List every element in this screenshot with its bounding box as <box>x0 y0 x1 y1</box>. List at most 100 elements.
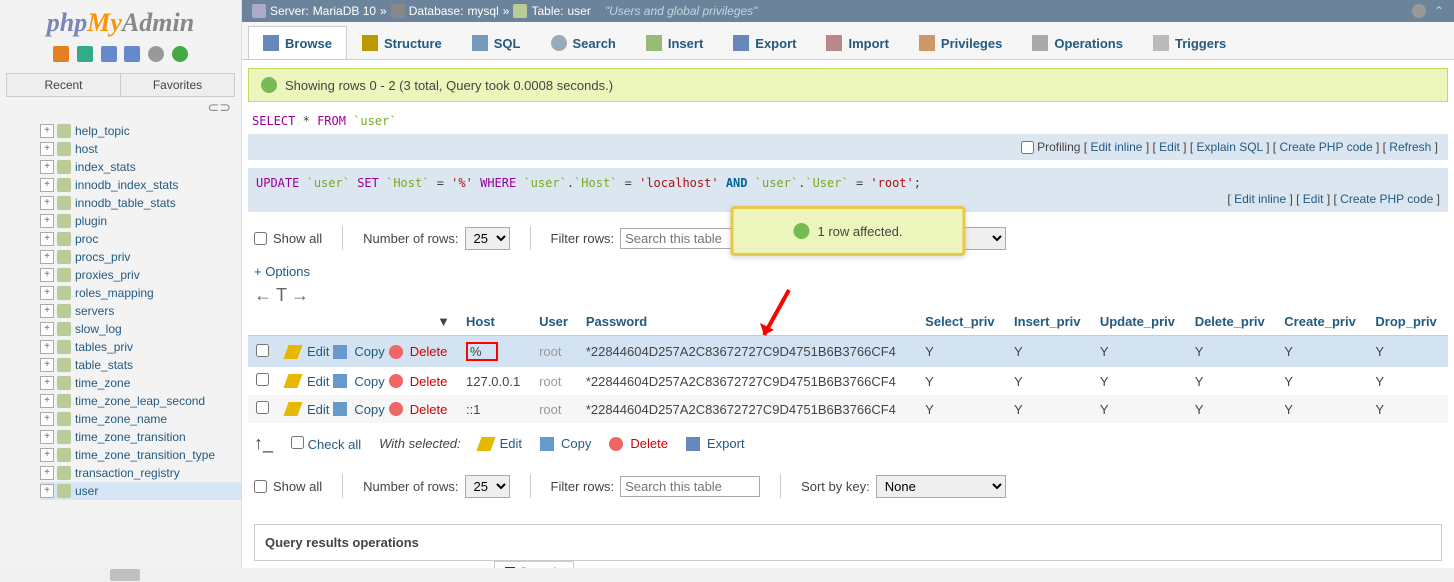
col-header-Update_priv[interactable]: Update_priv <box>1100 314 1175 329</box>
home-icon[interactable] <box>53 46 69 62</box>
col-header-Password[interactable]: Password <box>586 314 647 329</box>
expand-icon[interactable]: + <box>40 340 54 354</box>
cell-password[interactable]: *22844604D257A2C83672727C9D4751B6B3766CF… <box>578 336 917 368</box>
cell-drop-priv[interactable]: Y <box>1367 395 1448 423</box>
exit-icon[interactable] <box>77 46 93 62</box>
edit-inline-link-2[interactable]: Edit inline <box>1234 192 1286 206</box>
table-row[interactable]: EditCopyDelete::1root*22844604D257A2C836… <box>248 395 1448 423</box>
show-all-control[interactable]: Show all <box>254 231 322 246</box>
tree-item-table_stats[interactable]: +table_stats <box>40 356 241 374</box>
col-header-Select_priv[interactable]: Select_priv <box>925 314 994 329</box>
link-icon[interactable]: ⊂⊃ <box>0 97 241 118</box>
num-rows-select-2[interactable]: 25 <box>465 475 510 498</box>
cell-update-priv[interactable]: Y <box>1092 395 1187 423</box>
num-rows-select[interactable]: 25 <box>465 227 510 250</box>
refresh-link[interactable]: Refresh <box>1389 140 1431 154</box>
check-all-link[interactable]: Check all <box>308 437 361 452</box>
expand-icon[interactable]: + <box>40 412 54 426</box>
bulk-edit-button[interactable]: Edit <box>479 436 522 451</box>
col-header-Host[interactable]: Host <box>466 314 495 329</box>
row-edit-button[interactable]: Edit <box>286 402 329 417</box>
tree-item-servers[interactable]: +servers <box>40 302 241 320</box>
expand-icon[interactable]: + <box>40 394 54 408</box>
tab-operations[interactable]: Operations <box>1017 26 1138 59</box>
tree-item-proc[interactable]: +proc <box>40 230 241 248</box>
col-header-Insert_priv[interactable]: Insert_priv <box>1014 314 1080 329</box>
tree-item-innodb_table_stats[interactable]: +innodb_table_stats <box>40 194 241 212</box>
create-php-link-2[interactable]: Create PHP code <box>1340 192 1433 206</box>
expand-icon[interactable]: + <box>40 304 54 318</box>
cell-select-priv[interactable]: Y <box>917 367 1006 395</box>
tree-item-time_zone_transition[interactable]: +time_zone_transition <box>40 428 241 446</box>
cell-drop-priv[interactable]: Y <box>1367 367 1448 395</box>
cell-user[interactable]: root <box>531 336 578 368</box>
tab-structure[interactable]: Structure <box>347 26 457 59</box>
tree-item-procs_priv[interactable]: +procs_priv <box>40 248 241 266</box>
filter-input-2[interactable] <box>620 476 760 497</box>
row-checkbox[interactable] <box>256 373 269 386</box>
tab-sql[interactable]: SQL <box>457 26 536 59</box>
bc-server-link[interactable]: MariaDB 10 <box>313 4 376 18</box>
expand-icon[interactable]: + <box>40 376 54 390</box>
edit-link[interactable]: Edit <box>1159 140 1180 154</box>
row-edit-button[interactable]: Edit <box>286 374 329 389</box>
create-php-link[interactable]: Create PHP code <box>1279 140 1372 154</box>
row-delete-button[interactable]: Delete <box>389 374 448 389</box>
expand-icon[interactable]: + <box>40 196 54 210</box>
cell-create-priv[interactable]: Y <box>1276 336 1367 368</box>
expand-icon[interactable]: + <box>40 448 54 462</box>
settings-icon[interactable] <box>1412 4 1426 18</box>
row-copy-button[interactable]: Copy <box>333 344 384 359</box>
cell-update-priv[interactable]: Y <box>1092 336 1187 368</box>
cell-user[interactable]: root <box>531 367 578 395</box>
tree-item-time_zone_name[interactable]: +time_zone_name <box>40 410 241 428</box>
cell-delete-priv[interactable]: Y <box>1187 367 1277 395</box>
check-all-checkbox[interactable] <box>291 436 304 449</box>
cell-drop-priv[interactable]: Y <box>1367 336 1448 368</box>
edit-link-2[interactable]: Edit <box>1303 192 1324 206</box>
logo[interactable]: phpMyAdmin <box>0 0 241 42</box>
tree-item-tables_priv[interactable]: +tables_priv <box>40 338 241 356</box>
cell-create-priv[interactable]: Y <box>1276 367 1367 395</box>
tree-item-proxies_priv[interactable]: +proxies_priv <box>40 266 241 284</box>
doc2-icon[interactable] <box>124 46 140 62</box>
tab-search[interactable]: Search <box>536 26 631 59</box>
show-all-checkbox-2[interactable] <box>254 480 267 493</box>
col-header-User[interactable]: User <box>539 314 568 329</box>
cell-insert-priv[interactable]: Y <box>1006 395 1092 423</box>
tree-item-innodb_index_stats[interactable]: +innodb_index_stats <box>40 176 241 194</box>
row-delete-button[interactable]: Delete <box>389 402 448 417</box>
row-edit-button[interactable]: Edit <box>286 344 329 359</box>
tree-item-index_stats[interactable]: +index_stats <box>40 158 241 176</box>
expand-icon[interactable]: + <box>40 466 54 480</box>
docs-icon[interactable] <box>101 46 117 62</box>
bulk-delete-button[interactable]: Delete <box>609 436 668 451</box>
row-copy-button[interactable]: Copy <box>333 374 384 389</box>
tree-item-time_zone_transition_type[interactable]: +time_zone_transition_type <box>40 446 241 464</box>
cell-update-priv[interactable]: Y <box>1092 367 1187 395</box>
gear-icon[interactable] <box>148 46 164 62</box>
collapse-icon[interactable]: ⌃ <box>1434 4 1444 18</box>
tree-item-time_zone_leap_second[interactable]: +time_zone_leap_second <box>40 392 241 410</box>
options-link[interactable]: + Options <box>254 264 310 279</box>
refresh-icon[interactable] <box>172 46 188 62</box>
cell-host[interactable]: 127.0.0.1 <box>458 367 531 395</box>
expand-icon[interactable]: + <box>40 358 54 372</box>
expand-icon[interactable]: + <box>40 160 54 174</box>
horizontal-scrollbar[interactable] <box>0 568 1454 582</box>
cell-select-priv[interactable]: Y <box>917 336 1006 368</box>
expand-icon[interactable]: + <box>40 268 54 282</box>
row-delete-button[interactable]: Delete <box>389 344 448 359</box>
expand-icon[interactable]: + <box>40 322 54 336</box>
tab-privileges[interactable]: Privileges <box>904 26 1017 59</box>
cell-create-priv[interactable]: Y <box>1276 395 1367 423</box>
profiling-checkbox[interactable] <box>1021 141 1034 154</box>
cell-insert-priv[interactable]: Y <box>1006 367 1092 395</box>
tab-triggers[interactable]: Triggers <box>1138 26 1241 59</box>
col-header-Delete_priv[interactable]: Delete_priv <box>1195 314 1265 329</box>
bulk-copy-button[interactable]: Copy <box>540 436 591 451</box>
cell-password[interactable]: *22844604D257A2C83672727C9D4751B6B3766CF… <box>578 367 917 395</box>
expand-icon[interactable]: + <box>40 142 54 156</box>
bulk-export-button[interactable]: Export <box>686 436 745 451</box>
bc-db-link[interactable]: mysql <box>467 4 498 18</box>
